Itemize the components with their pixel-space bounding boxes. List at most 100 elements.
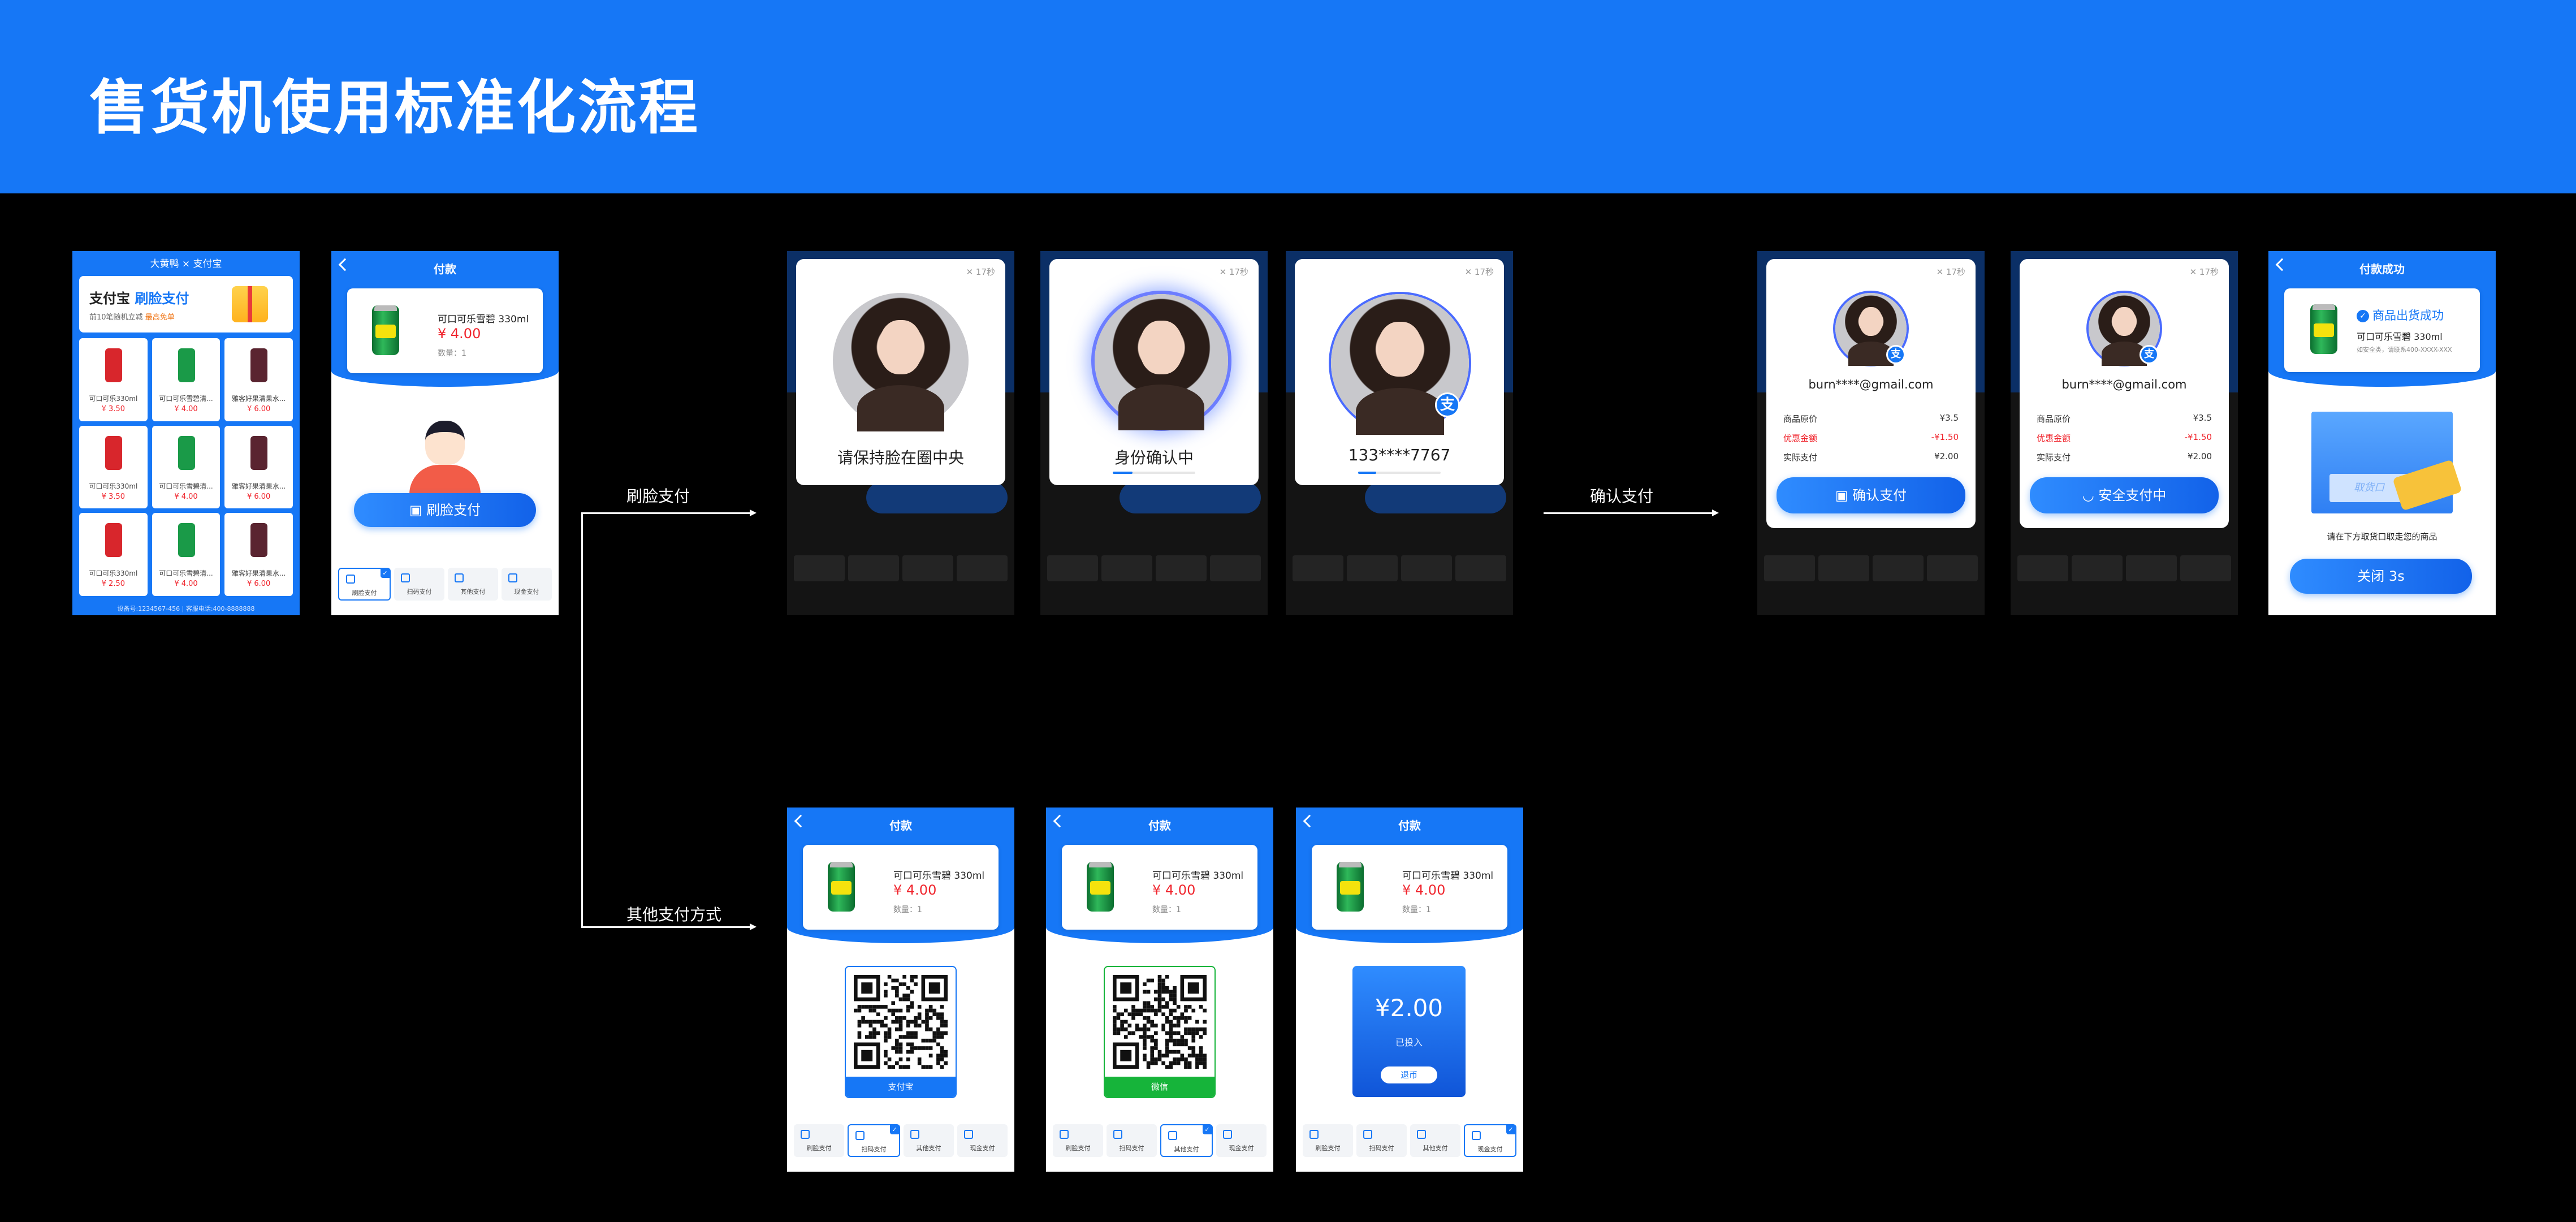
tab-face-pay[interactable]: 刷脸支付 — [1053, 1124, 1103, 1157]
product-cell[interactable]: 可口可乐330ml ¥ 3.50 — [79, 425, 148, 509]
cash-card: ¥2.00 已投入 退币 — [1352, 966, 1466, 1097]
tab-scan-pay[interactable]: 扫码支付 — [1107, 1124, 1157, 1157]
grid-icon — [910, 1130, 919, 1139]
topbar-title: 付款 — [1398, 819, 1421, 832]
confirm-pay-screen: ✕ 17秒 支 burn****@gmail.com 商品原价 ¥3.5 优惠金额… — [1757, 251, 1985, 615]
soda-can-icon — [1337, 862, 1364, 912]
soda-can-icon — [1087, 862, 1114, 912]
tab-face-pay[interactable]: 刷脸支付 — [1303, 1124, 1353, 1157]
tab-face-pay[interactable]: 刷脸支付 ✓ — [338, 568, 391, 601]
wechat-label: 微信 — [1105, 1077, 1214, 1097]
soda-can-icon — [828, 862, 855, 912]
flow-line-vertical — [581, 512, 583, 927]
tab-cash-pay[interactable]: 现金支付 — [502, 568, 552, 601]
tab-cash-pay[interactable]: 现金支付 ✓ — [1464, 1124, 1516, 1157]
check-circle-icon: ✓ — [2357, 310, 2369, 322]
account-email: burn****@gmail.com — [2061, 378, 2187, 391]
product-cell[interactable]: 可口可乐330ml ¥ 3.50 — [79, 338, 148, 421]
tab-cash-pay[interactable]: 现金支付 — [957, 1124, 1008, 1157]
brand-line: 大黄鸭 × 支付宝 — [150, 258, 222, 270]
arrow-right-icon — [750, 923, 757, 930]
flow-label-other: 其他支付方式 — [626, 905, 722, 924]
flow-line-other — [581, 926, 751, 928]
paying-modal: ✕ 17秒 支 burn****@gmail.com 商品原价 ¥3.5 优惠金额… — [2020, 259, 2229, 528]
gift-icon — [232, 286, 268, 322]
product-name: 可口可乐330ml — [89, 569, 138, 578]
cash-amount: ¥2.00 — [1375, 994, 1443, 1022]
tab-face-pay[interactable]: 刷脸支付 — [794, 1124, 844, 1157]
fee-actual: 实际支付 ¥2.00 — [1783, 451, 1959, 463]
product-cell[interactable]: 雅客好果清果水... ¥ 6.00 — [224, 338, 293, 421]
close-timer[interactable]: ✕ 17秒 — [966, 266, 995, 278]
product-card: 可口可乐雪碧 330ml ¥ 4.00 数量：1 — [347, 288, 543, 373]
close-timer[interactable]: ✕ 17秒 — [1220, 266, 1248, 278]
grid-icon — [455, 573, 464, 582]
product-price: ¥ 4.00 — [174, 492, 198, 501]
pay-method-tabs: 刷脸支付 扫码支付 ✓ 其他支付 现金支付 — [794, 1124, 1008, 1157]
promo-banner[interactable]: 支付宝 刷脸支付 前10笔随机立减 最高免单 — [79, 276, 293, 333]
drink-can-icon — [178, 435, 195, 470]
tab-scan-pay[interactable]: 扫码支付 ✓ — [848, 1124, 900, 1157]
drink-can-icon — [178, 348, 195, 382]
close-button[interactable]: 关闭 3s — [2290, 559, 2472, 594]
payment-screen: 付款 可口可乐雪碧 330ml ¥ 4.00 数量：1 ▣ 刷脸支付 刷脸支付 ✓… — [331, 251, 559, 615]
close-timer[interactable]: ✕ 17秒 — [1937, 266, 1965, 278]
drink-can-icon — [105, 348, 122, 382]
tab-scan-pay[interactable]: 扫码支付 — [1356, 1124, 1407, 1157]
paying-button: ◡ 安全支付中 — [2030, 477, 2219, 513]
close-timer[interactable]: ✕ 17秒 — [1465, 266, 1494, 278]
tab-scan-pay[interactable]: 扫码支付 — [394, 568, 444, 601]
scan-icon — [1113, 1130, 1122, 1139]
product-name: 雅客好果清果水... — [231, 482, 286, 490]
face-scan-illustration-icon — [403, 421, 487, 494]
flow-line-face — [581, 512, 751, 514]
device-footer: 设备号:1234567-456 | 客服电话:400-8888888 — [117, 605, 255, 612]
product-price: ¥ 6.00 — [247, 405, 271, 413]
tab-cash-pay[interactable]: 现金支付 — [1216, 1124, 1267, 1157]
product-name: 可口可乐雪碧清... — [159, 395, 213, 403]
confirm-pay-button[interactable]: ▣ 确认支付 — [1777, 477, 1965, 513]
product-qty: 数量：1 — [1152, 905, 1181, 914]
tab-other-pay[interactable]: 其他支付 — [904, 1124, 954, 1157]
refund-button[interactable]: 退币 — [1381, 1066, 1437, 1083]
product-name: 可口可乐雪碧清... — [159, 482, 213, 490]
cash-icon — [964, 1130, 973, 1139]
promo-subtitle: 前10笔随机立减 最高免单 — [89, 313, 175, 322]
product-cell[interactable]: 可口可乐雪碧清... ¥ 4.00 — [152, 425, 221, 509]
wechat-qr-screen: 付款 可口可乐雪碧 330ml ¥ 4.00 数量：1 微信 刷脸支付 扫码支付… — [1046, 808, 1273, 1172]
product-cell[interactable]: 雅客好果清果水... ¥ 6.00 — [224, 425, 293, 509]
progress-bar — [1358, 472, 1441, 474]
progress-bar — [1113, 472, 1195, 474]
product-card: 可口可乐雪碧 330ml ¥ 4.00 数量：1 — [803, 845, 999, 930]
face-icon — [1309, 1130, 1319, 1139]
product-price: ¥ 2.50 — [101, 580, 125, 589]
tab-other-pay[interactable]: 其他支付 — [448, 568, 498, 601]
close-timer[interactable]: ✕ 17秒 — [2190, 266, 2219, 278]
product-cell[interactable]: 可口可乐雪碧清... ¥ 4.00 — [152, 513, 221, 596]
scan-icon — [401, 573, 410, 582]
product-cell[interactable]: 雅客好果清果水... ¥ 6.00 — [224, 513, 293, 596]
alipay-icon: 支 — [2140, 345, 2159, 364]
product-cell[interactable]: 可口可乐330ml ¥ 2.50 — [79, 513, 148, 596]
scan-icon — [1363, 1130, 1372, 1139]
tab-other-pay[interactable]: 其他支付 — [1410, 1124, 1460, 1157]
wechat-qr-card: 微信 — [1104, 966, 1216, 1098]
topbar: 付款 — [331, 251, 559, 283]
pickup-hint: 请在下方取货口取走您的商品 — [2327, 532, 2437, 542]
tab-other-pay[interactable]: 其他支付 ✓ — [1160, 1124, 1213, 1157]
fee-actual: 实际支付 ¥2.00 — [2037, 451, 2212, 463]
identity-status: 身份确认中 — [1114, 448, 1194, 467]
face-scan-screen-1: ✕ 17秒 请保持脸在圈中央 — [787, 251, 1014, 615]
product-price: ¥ 4.00 — [174, 580, 198, 589]
product-name: 可口可乐雪碧 330ml — [1402, 870, 1494, 882]
alipay-qr-card: 支付宝 — [845, 966, 957, 1098]
product-name: 可口可乐雪碧清... — [159, 569, 213, 578]
product-name: 可口可乐330ml — [89, 395, 138, 403]
fee-original: 商品原价 ¥3.5 — [2037, 413, 2212, 424]
face-pay-button[interactable]: ▣ 刷脸支付 — [354, 493, 536, 527]
face-scan-screen-3: ✕ 17秒 支 133****7767 — [1286, 251, 1513, 615]
product-cell[interactable]: 可口可乐雪碧清... ¥ 4.00 — [152, 338, 221, 421]
check-icon: ✓ — [1203, 1125, 1212, 1134]
check-icon: ✓ — [1506, 1125, 1515, 1134]
product-grid: 可口可乐330ml ¥ 3.50 可口可乐雪碧清... ¥ 4.00 雅客好果清果水..… — [79, 338, 293, 596]
